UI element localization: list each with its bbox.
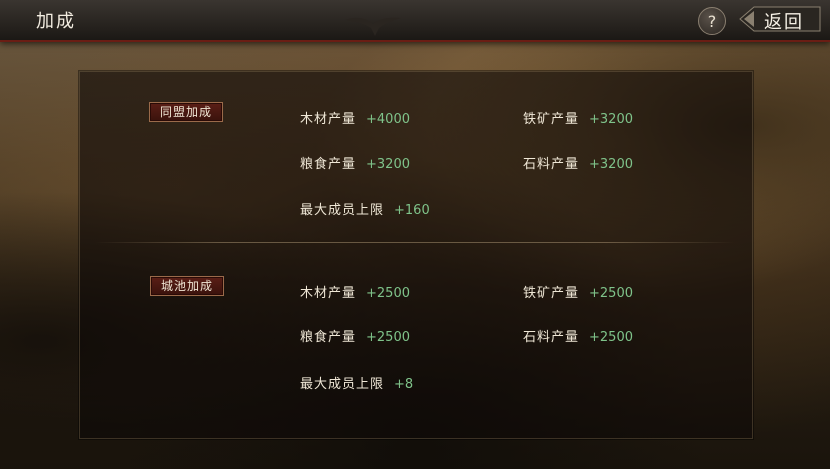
city-stat-iron: 铁矿产量 +2500: [523, 282, 633, 301]
city-bonus-tag: 城池加成: [150, 276, 225, 296]
stat-label: 木材产量: [300, 112, 357, 127]
stat-label: 粮食产量: [300, 330, 357, 345]
alliance-stat-wood: 木材产量 +4000: [300, 108, 410, 127]
stat-value: +2500: [366, 286, 410, 301]
page-title: 加成: [36, 11, 76, 32]
stat-value: +8: [394, 377, 414, 392]
city-stat-food: 粮食产量 +2500: [300, 326, 410, 345]
section-divider: [95, 242, 735, 243]
alliance-stat-stone: 石料产量 +3200: [523, 153, 633, 172]
stat-label: 铁矿产量: [523, 112, 580, 127]
help-icon: ?: [707, 11, 717, 31]
stat-value: +2500: [366, 330, 410, 345]
help-button[interactable]: ?: [698, 7, 726, 35]
back-label: 返回: [764, 12, 804, 33]
stat-value: +2500: [589, 330, 633, 345]
stat-label: 最大成员上限: [300, 203, 385, 218]
stat-value: +4000: [366, 112, 410, 127]
stat-value: +160: [394, 203, 430, 218]
stat-value: +3200: [589, 112, 633, 127]
stat-label: 最大成员上限: [300, 377, 385, 392]
city-stat-stone: 石料产量 +2500: [523, 326, 633, 345]
stat-value: +3200: [589, 157, 633, 172]
city-stat-wood: 木材产量 +2500: [300, 282, 410, 301]
city-stat-max-members: 最大成员上限 +8: [300, 373, 413, 392]
stat-label: 石料产量: [523, 330, 580, 345]
top-bar: 加成 ? 返回: [0, 0, 830, 42]
back-button[interactable]: 返回: [738, 5, 822, 33]
stat-value: +2500: [589, 286, 633, 301]
alliance-stat-food: 粮食产量 +3200: [300, 153, 410, 172]
stat-value: +3200: [366, 157, 410, 172]
stat-label: 铁矿产量: [523, 286, 580, 301]
bonus-panel: [79, 71, 753, 439]
bird-icon: [345, 17, 401, 36]
stat-label: 木材产量: [300, 286, 357, 301]
stat-label: 石料产量: [523, 157, 580, 172]
stat-label: 粮食产量: [300, 157, 357, 172]
alliance-stat-iron: 铁矿产量 +3200: [523, 108, 633, 127]
alliance-stat-max-members: 最大成员上限 +160: [300, 199, 430, 218]
alliance-bonus-tag: 同盟加成: [149, 102, 224, 122]
